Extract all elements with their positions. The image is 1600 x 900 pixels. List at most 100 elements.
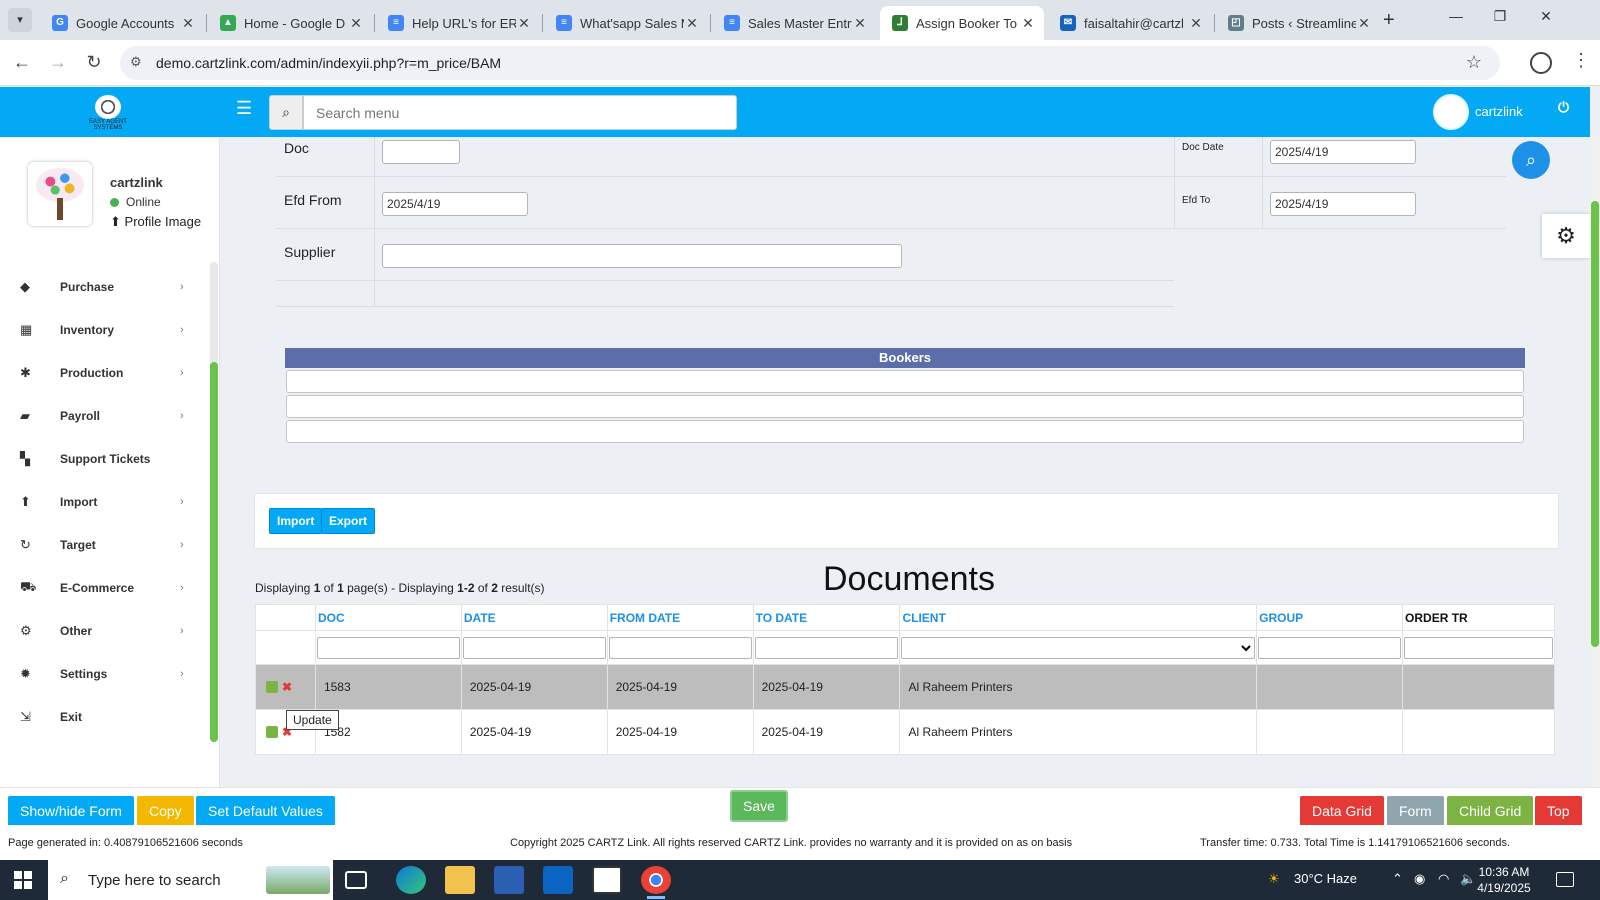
header-username[interactable]: cartzlink [1475, 104, 1523, 119]
tab-close-icon[interactable]: ✕ [180, 15, 196, 32]
record-icon[interactable]: ◉ [1414, 871, 1425, 887]
filter-group-input[interactable] [1258, 636, 1402, 659]
browser-tab[interactable]: ≡ Help URL's for ERF ✕ [376, 6, 540, 40]
filter-from-date-input[interactable] [608, 636, 752, 659]
microsoft-store-icon[interactable] [494, 866, 524, 894]
booker-row[interactable] [286, 395, 1524, 418]
menu-search-input[interactable] [303, 95, 737, 130]
doc-date-input[interactable] [1270, 140, 1416, 164]
sidebar-item-purchase[interactable]: ◆ Purchase › [0, 267, 200, 307]
browser-tab[interactable]: ≡ What'sapp Sales M ✕ [544, 6, 708, 40]
save-button[interactable]: Save [730, 790, 788, 822]
app-logo[interactable]: EASY AGENT SYSTEMS [80, 95, 136, 131]
url-text[interactable]: demo.cartzlink.com/admin/indexyii.php?r=… [156, 55, 501, 71]
taskbar-search[interactable]: ⌕ Type here to search [48, 860, 333, 900]
vnc-icon[interactable] [592, 866, 622, 894]
table-row[interactable]: ✖ 1582 2025-04-19 2025-04-19 2025-04-19 Al Ra… [255, 709, 1555, 755]
header-group[interactable]: GROUP [1256, 604, 1404, 631]
site-info-icon[interactable]: ⚙ [130, 54, 142, 70]
browser-tab[interactable]: ◰ Posts ‹ Streamline ✕ [1216, 6, 1380, 40]
browser-tab[interactable]: G Google Accounts ✕ [40, 6, 204, 40]
reload-icon[interactable]: ↻ [82, 52, 106, 73]
header-client[interactable]: CLIENT [899, 604, 1258, 631]
outlook-icon[interactable] [543, 866, 573, 894]
tab-close-icon[interactable]: ✕ [684, 15, 700, 32]
back-icon[interactable]: ← [10, 52, 34, 73]
taskbar-clock[interactable]: 10:36 AM 4/19/2025 [1474, 864, 1534, 896]
sidebar-item-e-commerce[interactable]: ⛟ E-Commerce › [0, 568, 200, 608]
filter-to-date-input[interactable] [754, 636, 899, 659]
filter-doc-input[interactable] [316, 636, 460, 659]
sidebar-scroll-thumb[interactable] [210, 362, 218, 742]
set-default-values-button[interactable]: Set Default Values [196, 796, 335, 826]
wifi-icon[interactable]: ◠ [1438, 871, 1449, 887]
page-scrollbar[interactable] [1590, 137, 1600, 787]
weather-text[interactable]: 30°C Haze [1294, 871, 1357, 886]
header-from-date[interactable]: FROM DATE [606, 604, 754, 631]
tab-close-icon[interactable]: ✕ [852, 15, 868, 32]
header-to-date[interactable]: TO DATE [752, 604, 901, 631]
browser-menu-icon[interactable]: ⋮ [1572, 50, 1590, 71]
booker-row[interactable] [286, 420, 1524, 443]
supplier-input[interactable] [382, 244, 902, 268]
minimize-icon[interactable]: — [1436, 8, 1476, 24]
search-submit-icon[interactable]: ⌕ [1512, 141, 1550, 179]
edit-icon[interactable] [266, 681, 278, 694]
filter-client-select[interactable] [901, 636, 1256, 659]
browser-profile-icon[interactable] [1530, 52, 1552, 74]
profile-image-link[interactable]: ⬆ Profile Image [110, 214, 201, 230]
tab-search-button[interactable]: ▾ [8, 8, 32, 32]
hamburger-menu-icon[interactable]: ☰ [236, 98, 252, 119]
booker-row[interactable] [286, 370, 1524, 393]
sidebar-item-other[interactable]: ⚙ Other › [0, 611, 200, 651]
browser-tab[interactable]: ▲ Home - Google D ✕ [208, 6, 372, 40]
data-grid-button[interactable]: Data Grid [1300, 796, 1384, 826]
top-button[interactable]: Top [1535, 796, 1582, 826]
export-button[interactable]: Export [321, 508, 376, 534]
child-grid-button[interactable]: Child Grid [1447, 796, 1534, 826]
browser-tab[interactable]: ⅃ Assign Booker To ✕ [880, 6, 1044, 40]
sidebar-item-payroll[interactable]: ▰ Payroll › [0, 396, 200, 436]
tab-close-icon[interactable]: ✕ [516, 15, 532, 32]
filter-order-tr-input[interactable] [1404, 636, 1553, 659]
table-row[interactable]: ✖ 1583 2025-04-19 2025-04-19 2025-04-19 Al Ra… [255, 664, 1555, 710]
page-scroll-thumb[interactable] [1591, 201, 1599, 647]
browser-tab[interactable]: ✉ faisaltahir@cartzl ✕ [1048, 6, 1212, 40]
new-tab-button[interactable]: + [1383, 9, 1395, 32]
windows-start-icon[interactable] [14, 871, 32, 889]
edit-icon[interactable] [266, 726, 278, 739]
sidebar-item-support-tickets[interactable]: ▚ Support Tickets [0, 439, 200, 479]
sidebar-item-inventory[interactable]: ▦ Inventory › [0, 310, 200, 350]
omnibox[interactable]: ⚙ demo.cartzlink.com/admin/indexyii.php?… [120, 46, 1500, 80]
edge-icon[interactable] [396, 866, 426, 894]
doc-input[interactable] [382, 140, 460, 164]
tab-close-icon[interactable]: ✕ [1020, 15, 1036, 32]
restore-icon[interactable]: ❐ [1480, 8, 1520, 25]
task-view-icon[interactable] [345, 871, 367, 889]
header-doc[interactable]: DOC [314, 604, 462, 631]
tab-close-icon[interactable]: ✕ [348, 15, 364, 32]
notification-icon[interactable] [1556, 872, 1574, 887]
form-button[interactable]: Form [1387, 796, 1444, 826]
delete-icon[interactable]: ✖ [282, 680, 292, 694]
efd-to-input[interactable] [1270, 192, 1416, 216]
sidebar-item-exit[interactable]: ⇲ Exit [0, 697, 200, 737]
sidebar-item-settings[interactable]: ✹ Settings › [0, 654, 200, 694]
efd-from-input[interactable] [382, 192, 528, 216]
weather-icon[interactable]: ☀ [1268, 871, 1280, 887]
header-date[interactable]: DATE [460, 604, 608, 631]
sidebar-scrollbar[interactable] [210, 262, 218, 742]
sidebar-item-import[interactable]: ⬆ Import › [0, 482, 200, 522]
sidebar-item-production[interactable]: ✱ Production › [0, 353, 200, 393]
file-explorer-icon[interactable] [445, 866, 475, 894]
copy-button[interactable]: Copy [137, 796, 194, 826]
browser-tab[interactable]: ≡ Sales Master Entry ✕ [712, 6, 876, 40]
bookmark-star-icon[interactable]: ☆ [1466, 52, 1482, 73]
close-window-icon[interactable]: ✕ [1526, 8, 1566, 25]
power-icon[interactable]: ⏻ [1558, 99, 1569, 116]
sidebar-item-target[interactable]: ↻ Target › [0, 525, 200, 565]
filter-date-input[interactable] [462, 636, 606, 659]
settings-gear-icon[interactable]: ⚙ [1542, 214, 1590, 258]
show-hide-form-button[interactable]: Show/hide Form [8, 796, 134, 826]
import-button[interactable]: Import [269, 508, 323, 534]
